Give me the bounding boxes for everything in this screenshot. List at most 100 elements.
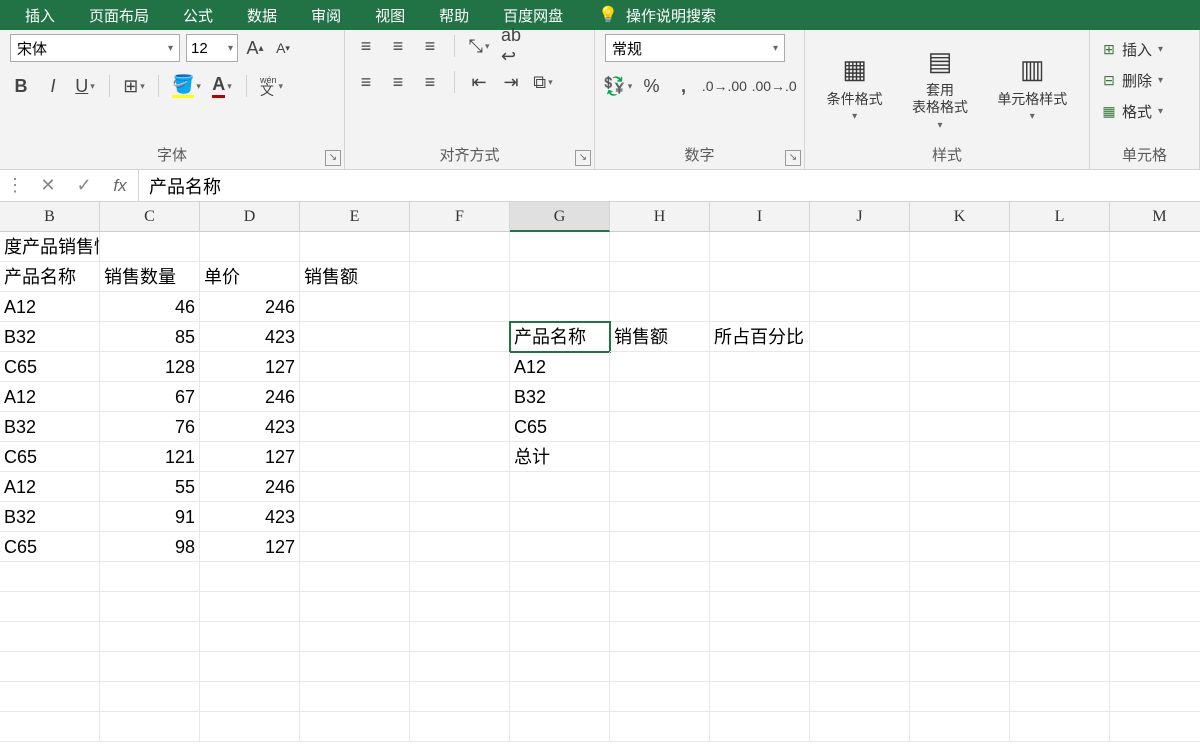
cell-I-13[interactable] bbox=[710, 592, 810, 622]
cell-E-11[interactable] bbox=[300, 532, 410, 562]
cell-L-8[interactable] bbox=[1010, 442, 1110, 472]
align-bottom-icon[interactable]: ≡ bbox=[419, 34, 441, 58]
merge-center-icon[interactable]: ⧉ bbox=[532, 70, 554, 94]
conditional-formatting-button[interactable]: ▦ 条件格式 ▾ bbox=[819, 51, 891, 125]
cell-L-6[interactable] bbox=[1010, 382, 1110, 412]
cell-L-4[interactable] bbox=[1010, 322, 1110, 352]
cell-D-2[interactable]: 单价 bbox=[200, 262, 300, 292]
cell-F-1[interactable] bbox=[410, 232, 510, 262]
cell-G-12[interactable] bbox=[510, 562, 610, 592]
cell-F-16[interactable] bbox=[410, 682, 510, 712]
column-header-B[interactable]: B bbox=[0, 202, 100, 232]
cell-I-17[interactable] bbox=[710, 712, 810, 742]
format-as-table-button[interactable]: ▤ 套用 表格格式 ▾ bbox=[904, 42, 976, 133]
cell-K-12[interactable] bbox=[910, 562, 1010, 592]
cell-E-9[interactable] bbox=[300, 472, 410, 502]
cell-G-6[interactable]: B32 bbox=[510, 382, 610, 412]
cell-F-11[interactable] bbox=[410, 532, 510, 562]
column-header-J[interactable]: J bbox=[810, 202, 910, 232]
menu-help[interactable]: 帮助 bbox=[422, 5, 486, 26]
cell-B-15[interactable] bbox=[0, 652, 100, 682]
cell-F-14[interactable] bbox=[410, 622, 510, 652]
cell-L-14[interactable] bbox=[1010, 622, 1110, 652]
menu-data[interactable]: 数据 bbox=[230, 5, 294, 26]
cell-F-10[interactable] bbox=[410, 502, 510, 532]
cell-M-5[interactable] bbox=[1110, 352, 1200, 382]
cell-K-8[interactable] bbox=[910, 442, 1010, 472]
column-header-M[interactable]: M bbox=[1110, 202, 1200, 232]
cell-M-17[interactable] bbox=[1110, 712, 1200, 742]
cell-J-5[interactable] bbox=[810, 352, 910, 382]
cell-H-8[interactable] bbox=[610, 442, 710, 472]
cell-J-16[interactable] bbox=[810, 682, 910, 712]
cell-M-4[interactable] bbox=[1110, 322, 1200, 352]
cell-C-10[interactable]: 91 bbox=[100, 502, 200, 532]
cell-B-17[interactable] bbox=[0, 712, 100, 742]
cell-J-4[interactable] bbox=[810, 322, 910, 352]
cell-J-10[interactable] bbox=[810, 502, 910, 532]
cell-M-13[interactable] bbox=[1110, 592, 1200, 622]
cell-L-12[interactable] bbox=[1010, 562, 1110, 592]
cell-E-2[interactable]: 销售额 bbox=[300, 262, 410, 292]
font-launcher-icon[interactable]: ↘ bbox=[325, 150, 341, 166]
cell-E-12[interactable] bbox=[300, 562, 410, 592]
cell-D-15[interactable] bbox=[200, 652, 300, 682]
cell-I-11[interactable] bbox=[710, 532, 810, 562]
menu-insert[interactable]: 插入 bbox=[8, 5, 72, 26]
cell-D-13[interactable] bbox=[200, 592, 300, 622]
cell-J-7[interactable] bbox=[810, 412, 910, 442]
cell-K-7[interactable] bbox=[910, 412, 1010, 442]
cell-G-2[interactable] bbox=[510, 262, 610, 292]
cell-G-16[interactable] bbox=[510, 682, 610, 712]
cell-L-5[interactable] bbox=[1010, 352, 1110, 382]
align-right-icon[interactable]: ≡ bbox=[419, 70, 441, 94]
comma-format-icon[interactable]: , bbox=[673, 74, 695, 98]
cell-L-16[interactable] bbox=[1010, 682, 1110, 712]
cell-C-11[interactable]: 98 bbox=[100, 532, 200, 562]
cell-I-1[interactable] bbox=[710, 232, 810, 262]
number-format-combo[interactable]: 常规▾ bbox=[605, 34, 785, 62]
font-size-combo[interactable]: 12▾ bbox=[186, 34, 238, 62]
cell-I-6[interactable] bbox=[710, 382, 810, 412]
cell-B-13[interactable] bbox=[0, 592, 100, 622]
decrease-decimal-icon[interactable]: .00→.0 bbox=[754, 74, 794, 98]
number-launcher-icon[interactable]: ↘ bbox=[785, 150, 801, 166]
cell-I-15[interactable] bbox=[710, 652, 810, 682]
cell-I-16[interactable] bbox=[710, 682, 810, 712]
cell-E-15[interactable] bbox=[300, 652, 410, 682]
cell-E-10[interactable] bbox=[300, 502, 410, 532]
cell-D-10[interactable]: 423 bbox=[200, 502, 300, 532]
cell-L-9[interactable] bbox=[1010, 472, 1110, 502]
cell-K-15[interactable] bbox=[910, 652, 1010, 682]
decrease-font-icon[interactable]: A▾ bbox=[272, 36, 294, 60]
column-header-K[interactable]: K bbox=[910, 202, 1010, 232]
cell-G-3[interactable] bbox=[510, 292, 610, 322]
cell-H-2[interactable] bbox=[610, 262, 710, 292]
cell-M-11[interactable] bbox=[1110, 532, 1200, 562]
cell-H-3[interactable] bbox=[610, 292, 710, 322]
cell-H-1[interactable] bbox=[610, 232, 710, 262]
cell-I-10[interactable] bbox=[710, 502, 810, 532]
cell-H-9[interactable] bbox=[610, 472, 710, 502]
cell-H-11[interactable] bbox=[610, 532, 710, 562]
cell-H-5[interactable] bbox=[610, 352, 710, 382]
cell-E-6[interactable] bbox=[300, 382, 410, 412]
cell-C-3[interactable]: 46 bbox=[100, 292, 200, 322]
cell-F-5[interactable] bbox=[410, 352, 510, 382]
cell-B-6[interactable]: A12 bbox=[0, 382, 100, 412]
cell-M-9[interactable] bbox=[1110, 472, 1200, 502]
cell-M-10[interactable] bbox=[1110, 502, 1200, 532]
align-top-icon[interactable]: ≡ bbox=[355, 34, 377, 58]
cell-J-12[interactable] bbox=[810, 562, 910, 592]
cell-C-7[interactable]: 76 bbox=[100, 412, 200, 442]
cell-G-5[interactable]: A12 bbox=[510, 352, 610, 382]
column-header-F[interactable]: F bbox=[410, 202, 510, 232]
cell-K-4[interactable] bbox=[910, 322, 1010, 352]
cell-C-8[interactable]: 121 bbox=[100, 442, 200, 472]
cell-J-1[interactable] bbox=[810, 232, 910, 262]
cell-J-8[interactable] bbox=[810, 442, 910, 472]
cell-F-8[interactable] bbox=[410, 442, 510, 472]
column-header-I[interactable]: I bbox=[710, 202, 810, 232]
cell-H-12[interactable] bbox=[610, 562, 710, 592]
cell-D-8[interactable]: 127 bbox=[200, 442, 300, 472]
